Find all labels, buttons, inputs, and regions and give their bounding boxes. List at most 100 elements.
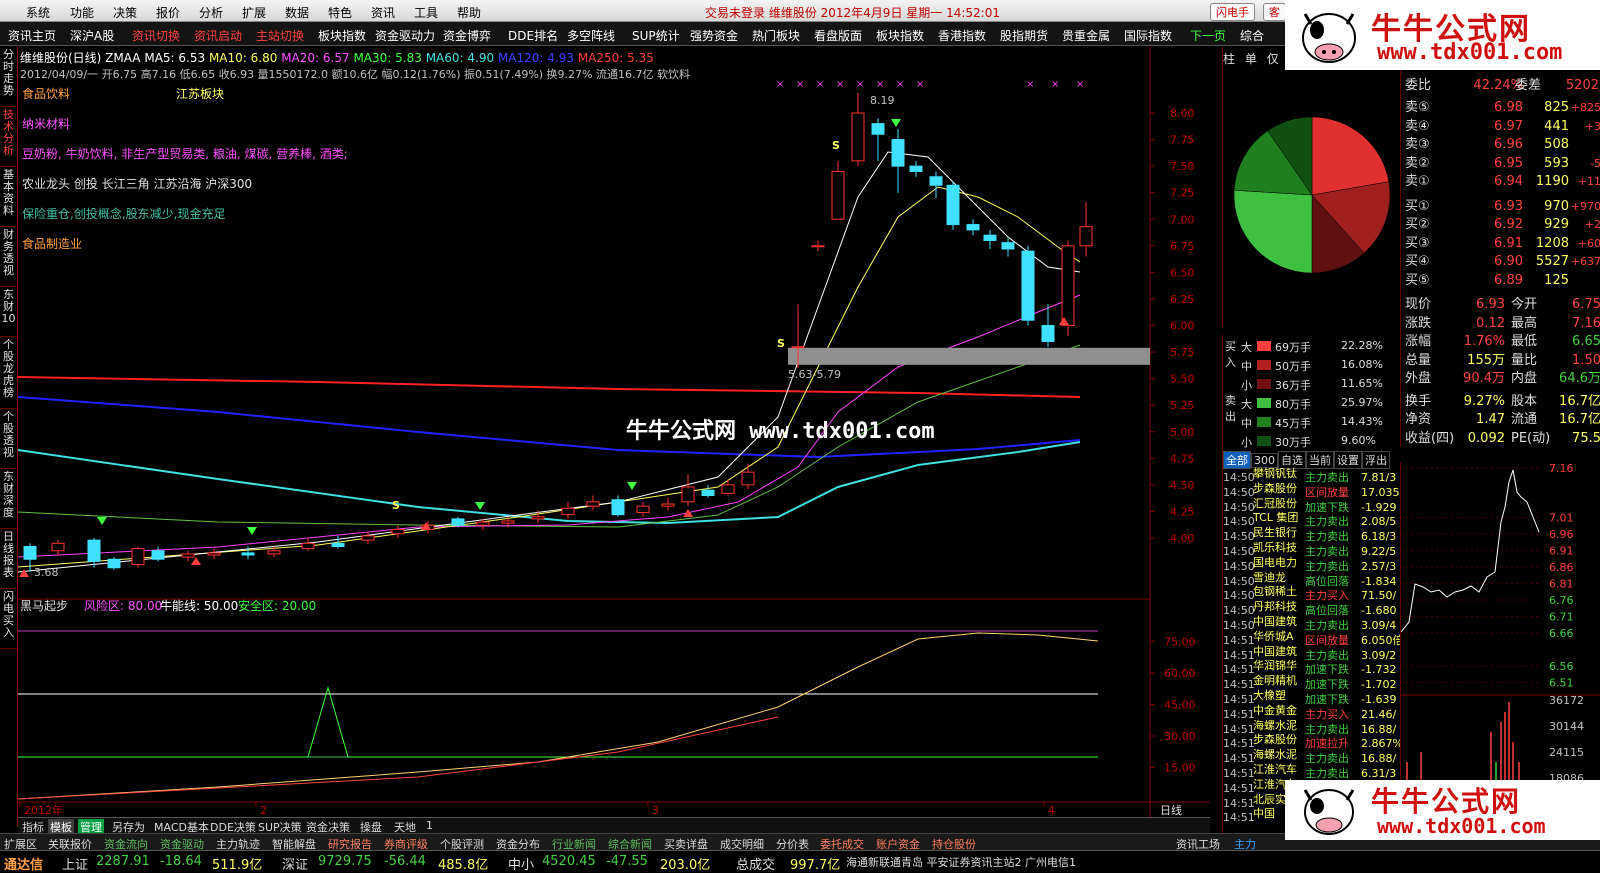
menu-quote[interactable]: 报价 — [156, 4, 180, 21]
stat-value: 0.092 — [1467, 430, 1505, 446]
tick-stock: 步森股份 — [1253, 733, 1297, 747]
y-tick-label: 7.00 — [1170, 213, 1195, 226]
tick-stock: 民生银行 — [1253, 526, 1297, 540]
tick-stock: 包钢稀土 — [1253, 585, 1297, 599]
kline-chart[interactable]: 8.00 7.75 7.50 7.25 7.00 6.75 6.50 6.25 6.00 5.75… — [18, 47, 1210, 817]
tab-intraday[interactable]: 分时走势 — [0, 49, 17, 107]
tab-dc10[interactable]: 东财10 — [0, 289, 17, 337]
tick-row[interactable]: 14:50汇冠股份 加速下跌 -1.929 — [1223, 496, 1396, 514]
tick-row[interactable]: 14:50凯乐科技 主力卖出 9.22/5 — [1223, 540, 1396, 558]
tick-row[interactable]: 14:50TCL 集团 主力卖出 2.08/5 — [1223, 510, 1396, 528]
tick-row[interactable]: 14:51中国建筑 主力卖出 3.09/2 — [1223, 644, 1396, 662]
toolbar-item[interactable]: 综合 — [1240, 27, 1264, 44]
tick-row[interactable]: 14:51中金黄金 主力买入 21.46/ — [1223, 703, 1396, 721]
flash-trade-button[interactable]: 闪电手 — [1210, 3, 1255, 21]
tick-row[interactable]: 14:50步森股份 区间放量 17.035 — [1223, 481, 1400, 499]
bull-line-label: 牛能线: 50.00 — [160, 598, 238, 613]
menu-data[interactable]: 数据 — [285, 4, 309, 21]
toolbar-item[interactable]: 强势资金 — [690, 27, 738, 44]
toolbar-item[interactable]: 热门板块 — [752, 27, 800, 44]
toolbar-item[interactable]: 资讯主页 — [8, 27, 56, 44]
toolbar-item[interactable]: 资金博弈 — [443, 27, 491, 44]
tick-row[interactable]: 14:50攀钢钒钛 主力卖出 7.81/3 — [1223, 466, 1396, 484]
menu-feature[interactable]: 特色 — [328, 4, 352, 21]
tab-dragon-tiger[interactable]: 个股龙虎榜 — [0, 339, 17, 409]
mini-y-label: 6.56 — [1549, 660, 1574, 673]
tick-row[interactable]: 14:50包钢稀土 主力买入 71.50/ — [1223, 584, 1396, 602]
tab-page-1[interactable]: 1 — [424, 819, 435, 832]
tick-row[interactable]: 14:51华侨城A 区间放量 6.050倍 — [1223, 629, 1404, 647]
tab-depth[interactable]: 东财深度 — [0, 471, 17, 529]
tab-basic-info[interactable]: 基本资料 — [0, 169, 17, 227]
pie-tab-only[interactable]: 仅 — [1267, 52, 1279, 66]
tick-row[interactable]: 14:50民生银行 主力卖出 6.18/3 — [1223, 525, 1396, 543]
toolbar-item[interactable]: SUP统计 — [632, 27, 680, 44]
menu-decision[interactable]: 决策 — [113, 4, 137, 21]
mini-intraday-panel: 7.16 7.01 6.96 6.91 6.86 6.81 6.76 6.71 6.66 6.56… — [1400, 462, 1600, 833]
ma120-label: MA120: 4.93 — [497, 51, 574, 65]
toolbar-item[interactable]: 资讯切换 — [132, 27, 180, 44]
candle-body — [331, 542, 345, 547]
tick-stock: 海螺水泥 — [1253, 718, 1297, 732]
sz-label[interactable]: 深证 — [282, 854, 308, 873]
indicator-tabs: 指标 模板 管理 另存为 MACD基本 DDE决策 SUP决策 资金决策 操盘 … — [18, 817, 1210, 835]
pie-tab-single[interactable]: 单 — [1245, 52, 1257, 66]
kline-chart-panel[interactable]: 8.00 7.75 7.50 7.25 7.00 6.75 6.50 6.25 6.00 5.75… — [18, 47, 1210, 817]
menu-analysis[interactable]: 分析 — [199, 4, 223, 21]
toolbar-item[interactable]: 深沪A股 — [70, 27, 114, 44]
zx-label[interactable]: 中小 — [508, 854, 534, 873]
cow-icon — [1302, 13, 1356, 63]
toolbar-item[interactable]: 多空阵线 — [567, 27, 615, 44]
mini-y-label: 6.96 — [1549, 528, 1574, 541]
tick-row[interactable]: 14:51江淮汽车 主力卖出 6.31/3 — [1223, 762, 1396, 780]
buy-level-row: 买③ 6.91 1208 +60 — [1405, 235, 1600, 253]
toolbar-item[interactable]: 板块指数 — [876, 27, 924, 44]
tick-row[interactable]: 14:51大橡塑 加速下跌 -1.639 — [1223, 688, 1396, 706]
candle-body — [851, 112, 865, 162]
pie-tab-bar[interactable]: 柱 — [1223, 52, 1235, 66]
tick-row[interactable]: 14:50雪迪龙 高位回落 -1.834 — [1223, 570, 1396, 588]
toolbar-item[interactable]: 资讯启动 — [194, 27, 242, 44]
tick-row[interactable]: 14:50国电电力 主力卖出 2.57/3 — [1223, 555, 1396, 573]
toolbar-item[interactable]: 香港指数 — [938, 27, 986, 44]
menu-extend[interactable]: 扩展 — [242, 4, 266, 21]
menu-news[interactable]: 资讯 — [371, 4, 395, 21]
tab-stock-view[interactable]: 个股透视 — [0, 411, 17, 469]
x-tick-label: 2012年 — [24, 803, 63, 817]
mini-y-label: 7.16 — [1549, 462, 1574, 475]
stat-row: 净资 1.47 流通 16.7亿 — [1405, 411, 1600, 429]
toolbar-item[interactable]: 股指期货 — [1000, 27, 1048, 44]
sh-label[interactable]: 上证 — [62, 854, 88, 873]
tab-flash-buy[interactable]: 闪电买入 — [0, 591, 17, 649]
client-button[interactable]: 客 — [1262, 3, 1286, 21]
tick-row[interactable]: 14:51步森股份 加速拉升 2.867% — [1223, 732, 1403, 750]
stat-label-2: 流通 — [1511, 412, 1538, 427]
toolbar-item[interactable]: 资金驱动力 — [375, 27, 435, 44]
menu-help[interactable]: 帮助 — [457, 4, 481, 21]
toolbar-item[interactable]: 看盘版面 — [814, 27, 862, 44]
toolbar-item[interactable]: DDE排名 — [508, 27, 558, 44]
menu-system[interactable]: 系统 — [26, 4, 50, 21]
sell-volume: 825 — [1544, 100, 1569, 115]
toolbar-item[interactable]: 贵重金属 — [1062, 27, 1110, 44]
stat-label-2: 最高 — [1511, 315, 1538, 331]
sell-level-row: 卖⑤ 6.98 825 +825 — [1405, 99, 1600, 117]
chart-watermark: 牛牛公式网 www.tdx001.com — [626, 419, 935, 444]
tab-technical[interactable]: 技术分析 — [0, 109, 17, 167]
next-page-button[interactable]: 下一页 — [1190, 27, 1226, 44]
stat-label: 总量 — [1405, 352, 1432, 368]
server-info[interactable]: 海通新联通青岛 平安证券资讯主站2 广州电信1 — [846, 854, 1076, 870]
tick-row[interactable]: 14:51海螺水泥 主力卖出 16.88/ — [1223, 718, 1396, 736]
tick-row[interactable]: 14:51华润锦华 加速下跌 -1.732 — [1223, 658, 1396, 676]
tick-row[interactable]: 14:51金明精机 加速下跌 -1.702 — [1223, 673, 1396, 691]
tick-row[interactable]: 14:50中国建筑 主力卖出 3.09/4 — [1223, 614, 1396, 632]
toolbar-item[interactable]: 主站切换 — [256, 27, 304, 44]
tick-row[interactable]: 14:51海螺水泥 主力卖出 16.88/ — [1223, 747, 1396, 765]
menu-tools[interactable]: 工具 — [414, 4, 438, 21]
toolbar-item[interactable]: 国际指数 — [1124, 27, 1172, 44]
tab-finance[interactable]: 财务透视 — [0, 229, 17, 287]
tab-daily-report[interactable]: 日线报表 — [0, 531, 17, 589]
toolbar-item[interactable]: 板块指数 — [318, 27, 366, 44]
tick-row[interactable]: 14:50丹邦科技 高位回落 -1.680 — [1223, 599, 1396, 617]
menu-function[interactable]: 功能 — [70, 4, 94, 21]
